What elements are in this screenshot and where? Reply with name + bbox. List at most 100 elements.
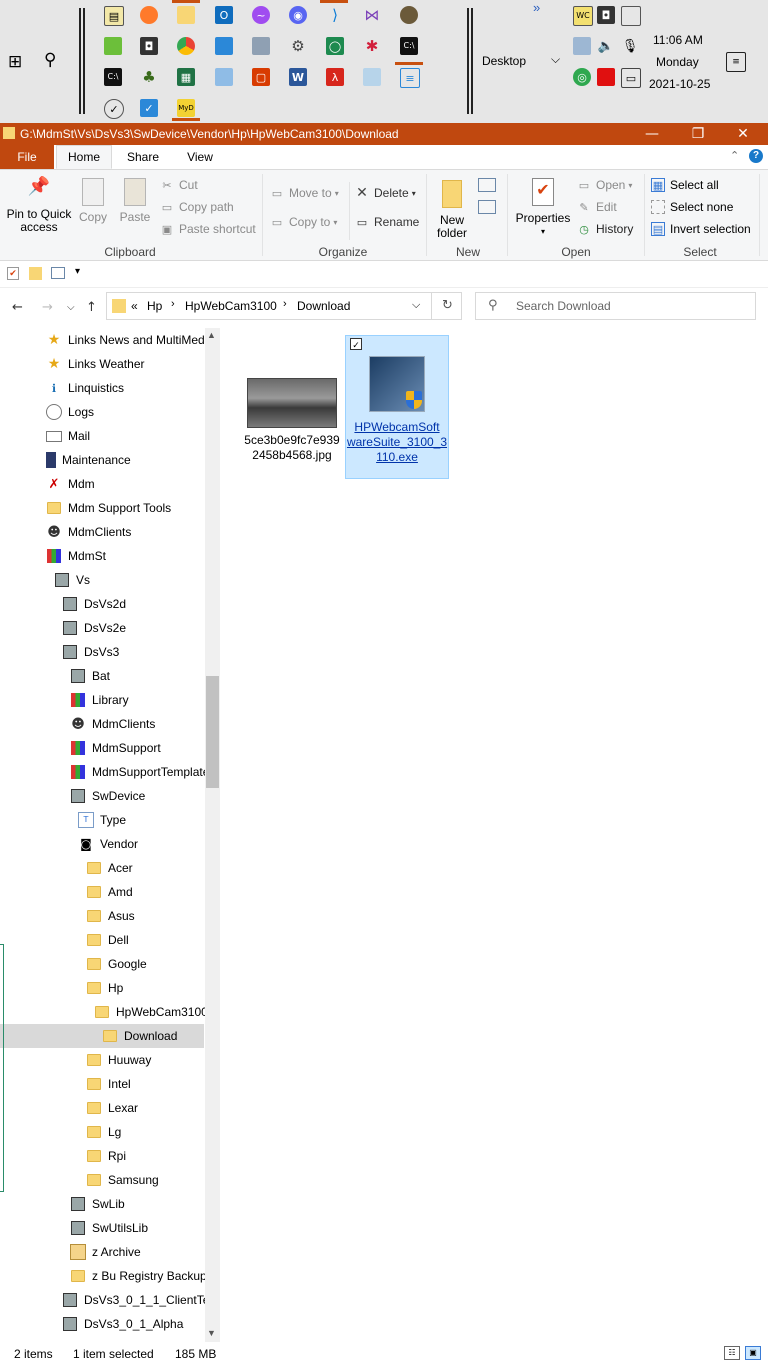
clock-date[interactable]: 2021-10-25 [649, 77, 710, 91]
breadcrumb-hp[interactable]: Hp [147, 299, 162, 313]
paste-button[interactable]: Paste [116, 178, 154, 224]
invert-selection-button[interactable]: ▤ Invert selection [651, 222, 751, 236]
todo-icon[interactable]: ✓ [140, 99, 158, 117]
new-folder-qat-icon[interactable] [29, 267, 42, 280]
tray-camera-icon[interactable]: ◘ [597, 6, 615, 24]
nav-item[interactable]: SwLib [70, 1192, 125, 1216]
nav-item[interactable]: Download [102, 1024, 177, 1048]
scroll-up-icon[interactable]: ▲ [207, 330, 216, 340]
move-to-button[interactable]: ▭ Move to ▾ [270, 186, 339, 200]
tray-red-icon[interactable] [597, 68, 615, 86]
properties-button[interactable]: ✔ Properties ▾ [513, 178, 573, 238]
delete-button[interactable]: ✕ Delete ▾ [355, 185, 416, 201]
nav-item[interactable]: ◙ Vendor [78, 832, 138, 856]
rename-qat-icon[interactable] [51, 267, 65, 279]
nav-item[interactable]: MdmSupportTemplates [70, 760, 215, 784]
nav-scrollbar-thumb[interactable] [206, 676, 219, 788]
notepad-icon[interactable]: ≡ [400, 68, 420, 88]
usb-drive-icon[interactable] [621, 6, 641, 26]
app-icon-grid[interactable] [215, 37, 233, 55]
breadcrumb-separator-icon[interactable]: › [171, 298, 175, 310]
nav-item[interactable]: HpWebCam3100 [94, 1000, 208, 1024]
nav-item[interactable]: DsVs2d [62, 592, 126, 616]
file-list[interactable]: 5ce3b0e9fc7e939 2458b4568.jpg ✓ HPWebcam… [222, 328, 768, 1342]
tray-network-icon[interactable] [573, 37, 591, 55]
properties-qat-icon[interactable]: ✔ [7, 267, 19, 280]
up-arrow-icon[interactable]: ↑ [86, 300, 97, 315]
nav-item[interactable]: T Type [78, 808, 126, 832]
easy-access-icon[interactable] [478, 200, 496, 214]
copy-to-button[interactable]: ▭ Copy to ▾ [270, 215, 338, 229]
select-all-button[interactable]: ▦ Select all [651, 178, 719, 192]
search-icon[interactable]: ⚲ [44, 50, 56, 70]
gimp-icon[interactable] [400, 6, 418, 24]
nav-item[interactable]: DsVs3_0_1_Alpha [62, 1312, 183, 1336]
nav-item[interactable]: Samsung [86, 1168, 159, 1192]
refresh-icon[interactable]: ↻ [442, 298, 453, 313]
discord-icon[interactable]: ◉ [289, 6, 307, 24]
network-monitor-icon[interactable]: ▭ [621, 68, 641, 88]
nav-item[interactable]: Acer [86, 856, 133, 880]
large-icons-view-icon[interactable]: ▣ [745, 1346, 761, 1360]
app-icon-myd[interactable]: MyD [177, 99, 195, 117]
start-button[interactable]: ⊞ [8, 52, 22, 72]
visual-studio-icon[interactable]: ⋈ [363, 6, 381, 24]
nav-item[interactable]: Maintenance [46, 448, 131, 472]
nav-item[interactable]: Bat [70, 664, 110, 688]
office-icon[interactable]: ▢ [252, 68, 270, 86]
paste-shortcut-button[interactable]: ▣ Paste shortcut [160, 222, 256, 236]
breadcrumb-hpwebcam3100[interactable]: HpWebCam3100 [185, 299, 277, 313]
overflow-chevron-icon[interactable]: » [533, 0, 540, 15]
new-item-icon[interactable] [478, 178, 496, 192]
help-icon[interactable]: ? [749, 149, 763, 163]
nav-item[interactable]: SwDevice [70, 784, 145, 808]
pin-to-quick-access-button[interactable]: 📌 Pin to Quick access [2, 178, 76, 234]
new-folder-button[interactable]: New folder [432, 178, 472, 240]
acrobat-icon[interactable]: λ [326, 68, 344, 86]
collapse-ribbon-icon[interactable]: ⌃ [730, 149, 739, 162]
file-explorer-icon[interactable] [177, 6, 195, 24]
nav-item[interactable]: DsVs3_0_1_1_ClientTemplates [62, 1288, 220, 1312]
nav-item[interactable]: SwUtilsLib [70, 1216, 148, 1240]
nav-item[interactable]: z Bu Registry Backups [70, 1264, 213, 1288]
command-prompt-icon[interactable]: C:\ [400, 37, 418, 55]
microphone-icon[interactable]: 🎙 [621, 37, 639, 55]
messenger-icon[interactable]: ~ [252, 6, 270, 24]
nav-item[interactable]: ★ Links Weather [46, 352, 145, 376]
app-icon-red[interactable]: ✱ [363, 37, 381, 55]
nav-item[interactable]: Library [70, 688, 129, 712]
app-icon-monitor[interactable] [215, 68, 233, 86]
open-button[interactable]: ▭ Open ▾ [577, 178, 633, 192]
desktop-toolbar-label[interactable]: Desktop [482, 54, 526, 68]
address-dropdown-icon[interactable]: ⌵ [412, 298, 420, 312]
navigation-pane[interactable]: ★ Links News and MultiMedia ★ Links Weather… [0, 328, 220, 1342]
copy-path-button[interactable]: ▭ Copy path [160, 200, 234, 214]
address-bar[interactable]: « Hp › HpWebCam3100 › Download ⌵ ↻ [106, 292, 462, 320]
nav-item[interactable]: Dell [86, 928, 129, 952]
nav-item[interactable]: ★ Links News and MultiMedia [46, 328, 214, 352]
nav-item[interactable]: z Archive [70, 1240, 141, 1264]
rename-button[interactable]: ▭ Rename [355, 215, 420, 229]
nav-item[interactable]: Google [86, 952, 147, 976]
file-item-image[interactable]: 5ce3b0e9fc7e939 2458b4568.jpg [242, 378, 342, 463]
search-placeholder[interactable]: Search Download [516, 299, 611, 313]
nav-item[interactable]: ℹ Linquistics [46, 376, 124, 400]
nav-item[interactable]: Vs [54, 568, 90, 592]
chevron-down-icon[interactable]: ⌵ [551, 52, 560, 67]
tab-file[interactable]: File [0, 145, 54, 169]
nav-item[interactable]: Intel [86, 1072, 131, 1096]
file-item-exe-selected[interactable]: ✓ HPWebcamSoft wareSuite_3100_3 110.exe [345, 335, 449, 479]
app-icon-paint[interactable] [104, 37, 122, 55]
app-icon-document[interactable] [363, 68, 381, 86]
nav-item[interactable]: Rpi [86, 1144, 126, 1168]
minimize-button[interactable]: — [629, 123, 675, 145]
tray-app-icon[interactable]: WC [573, 6, 593, 26]
nav-item[interactable]: ✗ Mdm [46, 472, 95, 496]
outlook-icon[interactable]: O [215, 6, 233, 24]
action-center-icon[interactable]: ≡ [726, 52, 746, 72]
nav-item[interactable]: MdmSt [46, 544, 106, 568]
nav-item[interactable]: Logs [46, 400, 94, 424]
close-button[interactable]: ✕ [720, 123, 766, 145]
tab-view[interactable]: View [174, 145, 226, 169]
chrome-icon[interactable] [177, 37, 195, 55]
